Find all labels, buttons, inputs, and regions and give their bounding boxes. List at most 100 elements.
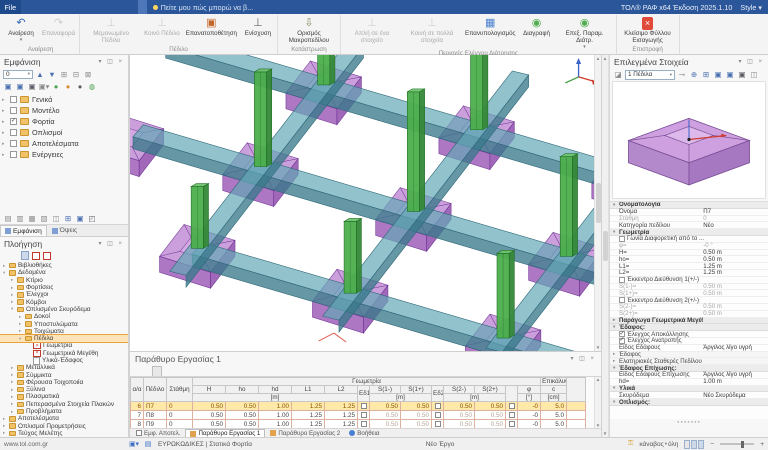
checkbox[interactable] [509,403,515,409]
render-tree-icon[interactable]: ◍ [87,81,97,91]
expander-icon[interactable]: ▸ [3,416,7,422]
render-orange-icon[interactable]: ● [63,81,73,91]
expander-icon[interactable]: ▸ [3,423,7,429]
expander-icon[interactable]: ▸ [11,277,15,283]
nav-tree-item[interactable]: ▸ Φέρουσα Τοιχοποιία [0,379,128,386]
website-link[interactable]: www.tol.com.gr [4,441,124,448]
ribbon-button[interactable]: ↶ Αναίρεση ▾ [3,15,39,45]
menu-tab[interactable] [84,0,93,14]
expander-icon[interactable]: ▾ [3,270,7,276]
checkbox[interactable] [10,118,17,125]
nav-filter-icon[interactable] [32,252,40,260]
ribbon-button[interactable]: ⊥ Κοινό Πέδιλο [141,15,183,45]
menu-tab[interactable] [75,0,84,14]
zoom-in-button[interactable]: + [760,441,764,448]
tab-file[interactable]: File [0,0,21,14]
expander-icon[interactable]: ▸ [2,141,7,147]
view-iso-icon[interactable]: ▣ [713,70,723,80]
display-tree-item[interactable]: ▸ Γενικά [2,94,128,105]
display-tree-item[interactable]: ▸ Οπλισμοί [2,127,128,138]
nav-tree-item[interactable]: Γεωμετρία [0,342,128,349]
quick-toolbar-icon[interactable] [711,426,720,435]
expander-icon[interactable]: ▸ [11,387,15,393]
panel-controls[interactable]: ▾ ◫ × [98,240,124,247]
expander-icon[interactable]: ▸ [19,314,23,320]
bottom-tab[interactable]: Βοήθεια [345,429,383,437]
zoom-in-icon[interactable]: ⊕ [689,70,699,80]
expander-icon[interactable]: ▸ [2,108,7,114]
quick-toolbar-icon[interactable] [700,426,709,435]
expander-icon[interactable]: ▸ [2,152,7,158]
nav-tree-item[interactable]: ▸ Βιβλιοθήκες [0,262,128,269]
nav-tree-item[interactable]: Υλικά-Έδαφος [0,357,128,364]
expander-icon[interactable]: ▸ [11,379,15,385]
checkbox[interactable] [619,236,625,242]
expander-icon[interactable]: ▸ [3,263,7,269]
quick-toolbar-icon[interactable] [733,426,742,435]
ribbon-button[interactable]: ⊥ Απλή σε ένα στοιχείο [342,15,402,49]
menu-tab[interactable] [138,0,147,14]
view-toggle-button[interactable] [691,440,697,449]
expander-icon[interactable]: ▸ [11,394,15,400]
nav-tree-item[interactable]: ▸ Δοκοί [0,313,128,320]
nav-tree-item[interactable]: ▾ Οπλισμένο Σκυρόδεμα [0,306,128,313]
view-toggle-button[interactable] [698,440,704,449]
checkbox[interactable] [619,277,625,283]
menu-tab[interactable] [66,0,75,14]
expander-icon[interactable]: ▸ [19,321,23,327]
ribbon-button[interactable]: ◉ Επεξ. Παραμ. Διάτρ. ▾ [555,15,615,49]
quick-toolbar-icon[interactable] [678,426,687,435]
menu-tab[interactable] [39,0,48,14]
expander-icon[interactable]: ▸ [2,119,7,125]
tool-icon[interactable]: ⊞ [63,214,73,224]
level-up-icon[interactable]: ▲ [35,69,45,79]
zoom-window-icon[interactable]: ⊞ [59,69,69,79]
ribbon-button[interactable]: ↷ Επαναφορά [39,15,78,45]
expander-icon[interactable]: ▸ [11,409,15,415]
checkbox[interactable] [361,412,367,418]
nav-tree-item[interactable]: ▸ Κόμβοι [0,298,128,305]
model-cube-icon[interactable]: ▣▾ [130,440,138,448]
nav-tab[interactable] [12,251,20,260]
tool-icon[interactable]: ◰ [87,214,97,224]
ribbon-button[interactable]: ⊥ Κοινή σε πολλά στοιχεία [402,15,462,49]
tool-icon[interactable]: ▥ [15,214,25,224]
pin-icon[interactable]: ⊸ [677,70,687,80]
table-scrollbar[interactable]: ▲▼ [594,377,601,428]
ribbon-button[interactable]: ▦ Επανυπολογισμός [462,15,519,49]
nav-tree-item[interactable]: Γεωμετρικά Μεγέθη [0,350,128,357]
checkbox[interactable] [619,331,625,337]
viewport-scrollbar[interactable]: ▲▼ [594,55,601,351]
nav-tree-item[interactable]: ▸ Έλεγχοι [0,291,128,298]
codes-icon[interactable]: ▤ [144,440,152,448]
grid-select[interactable]: κάναβος▾ όλη [639,441,678,448]
checkbox[interactable] [619,338,625,344]
level-select[interactable]: 0▾ [3,70,33,79]
work-tab[interactable] [134,366,142,376]
zoom-selection-icon[interactable]: ⊠ [83,69,93,79]
expander-icon[interactable]: ▾ [19,336,23,342]
bottom-tab[interactable]: Παράθυρο Εργασίας 2 [266,429,344,437]
expander-icon[interactable]: ▸ [19,328,23,334]
menu-tab[interactable] [120,0,129,14]
zoom-slider[interactable] [720,443,754,445]
ribbon-button[interactable]: × Κλείσιμο Φύλλου Εισαγωγής [618,15,678,45]
nav-tree-item[interactable]: ▸ Φορτίσεις [0,284,128,291]
work-tab[interactable] [143,366,151,376]
zoom-slider-thumb[interactable] [741,441,744,448]
ribbon-button[interactable]: ◉ Διαγραφή [519,15,555,49]
menu-tab[interactable] [129,0,138,14]
view-toggle-button[interactable] [684,440,690,449]
expander-icon[interactable]: ▸ [2,130,7,136]
work-tab[interactable] [152,366,162,376]
ribbon-button[interactable]: ⇩ Ορισμός Μακροπεδίλου [279,15,339,45]
quick-toolbar-icon[interactable] [755,426,764,435]
checkbox[interactable] [10,140,17,147]
checkbox[interactable] [10,107,17,114]
ribbon-button[interactable]: ⊥ Μεμονωμένο Πέδιλο [81,15,141,45]
zoom-out-button[interactable]: − [710,441,714,448]
element-type-select[interactable]: 1 Πέδιλα▾ [625,70,675,80]
expander-icon[interactable]: ▸ [11,299,15,305]
properties-scrollbar[interactable]: ▲▼ [602,55,609,437]
tell-me-search[interactable]: Πείτε μου πώς μπορώ να β... [147,0,260,14]
